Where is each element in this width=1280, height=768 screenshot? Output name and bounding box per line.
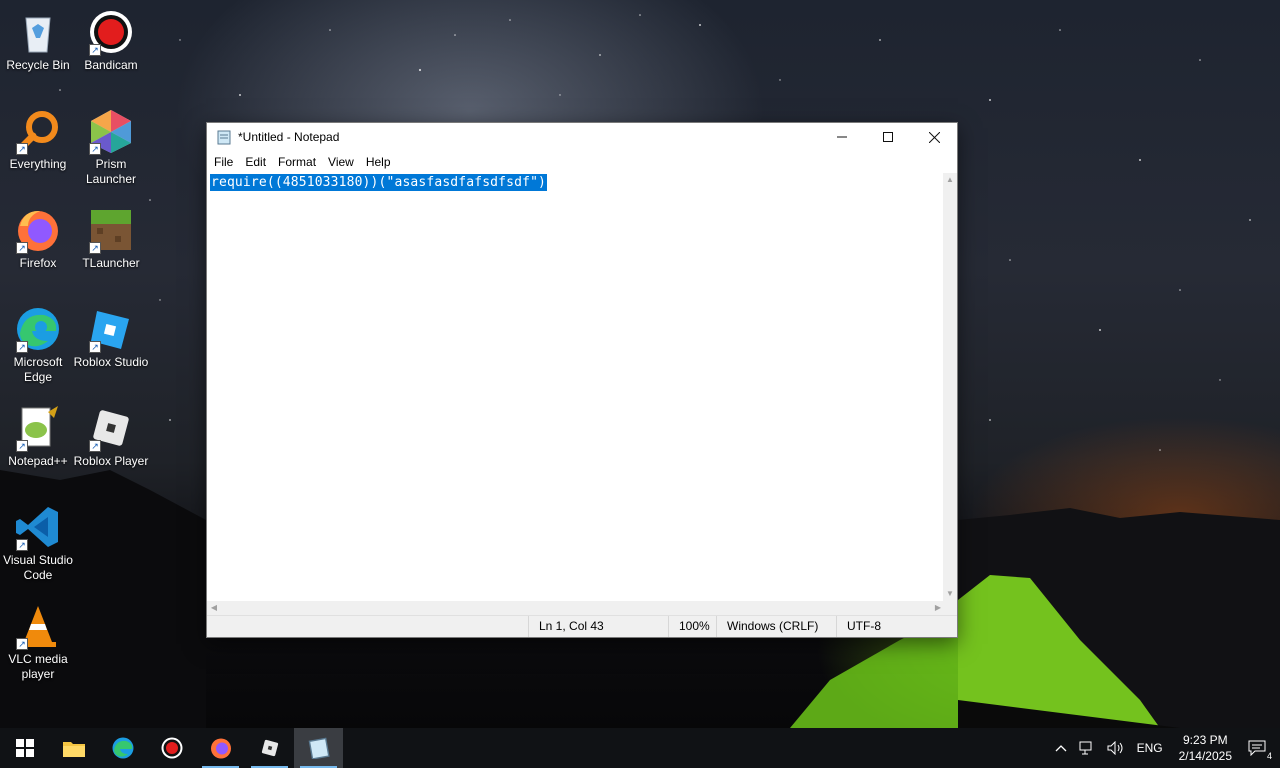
text-editor[interactable]: require((4851033180))("asasfasdfafsdfsdf… bbox=[207, 173, 945, 601]
chevron-up-icon bbox=[1055, 745, 1067, 752]
file-explorer-icon bbox=[62, 742, 85, 757]
taskbar-edge[interactable] bbox=[98, 728, 147, 768]
notepad-icon bbox=[217, 130, 231, 145]
menu-file[interactable]: File bbox=[209, 155, 238, 169]
desktop-icon-firefox[interactable]: ↗ Firefox bbox=[0, 206, 76, 271]
desktop-icon-vlc[interactable]: ↗ VLC media player bbox=[0, 602, 76, 682]
taskbar: ENG 9:23 PM 2/14/2025 4 bbox=[0, 728, 1280, 768]
clock-date: 2/14/2025 bbox=[1178, 749, 1232, 763]
horizontal-scrollbar[interactable]: ◀ ▶ bbox=[207, 601, 945, 615]
taskbar-file-explorer[interactable] bbox=[49, 728, 98, 768]
minimize-button[interactable] bbox=[819, 123, 865, 151]
taskbar-bandicam[interactable] bbox=[147, 728, 196, 768]
window-title: *Untitled - Notepad bbox=[238, 130, 340, 144]
desktop-icon-notepadpp[interactable]: ↗ Notepad++ bbox=[0, 404, 76, 469]
desktop-icon-microsoft-edge[interactable]: ↗ Microsoft Edge bbox=[0, 305, 76, 385]
shortcut-arrow-icon: ↗ bbox=[16, 143, 28, 155]
start-button[interactable] bbox=[0, 728, 49, 768]
desktop-icon-vscode[interactable]: ↗ Visual Studio Code bbox=[0, 503, 76, 583]
shortcut-arrow-icon: ↗ bbox=[89, 341, 101, 353]
zoom-level: 100% bbox=[668, 616, 716, 637]
shortcut-arrow-icon: ↗ bbox=[89, 44, 101, 56]
desktop-icon-everything[interactable]: ↗ Everything bbox=[0, 107, 76, 172]
notification-icon bbox=[1248, 740, 1266, 756]
action-center-button[interactable]: 4 bbox=[1242, 728, 1280, 768]
roblox-icon bbox=[261, 739, 278, 757]
language-indicator[interactable]: ENG bbox=[1131, 728, 1169, 768]
selected-text[interactable]: require((4851033180))("asasfasdfafsdfsdf… bbox=[210, 174, 548, 191]
menu-bar: File Edit Format View Help bbox=[207, 151, 957, 173]
close-icon bbox=[928, 131, 940, 143]
shortcut-arrow-icon: ↗ bbox=[16, 440, 28, 452]
desktop-icon-roblox-player[interactable]: ↗ Roblox Player bbox=[73, 404, 149, 469]
minimize-icon bbox=[837, 136, 847, 138]
shortcut-arrow-icon: ↗ bbox=[16, 242, 28, 254]
menu-format[interactable]: Format bbox=[273, 155, 321, 169]
desktop-icon-roblox-studio[interactable]: ↗ Roblox Studio bbox=[73, 305, 149, 370]
speaker-icon bbox=[1107, 741, 1123, 755]
status-bar: Ln 1, Col 43 100% Windows (CRLF) UTF-8 bbox=[207, 615, 957, 637]
line-endings: Windows (CRLF) bbox=[716, 616, 836, 637]
shortcut-arrow-icon: ↗ bbox=[16, 638, 28, 650]
scroll-down-icon[interactable]: ▼ bbox=[943, 587, 957, 601]
menu-edit[interactable]: Edit bbox=[240, 155, 271, 169]
taskbar-firefox[interactable] bbox=[196, 728, 245, 768]
close-button[interactable] bbox=[911, 123, 957, 151]
notepad-icon bbox=[308, 737, 330, 759]
taskbar-roblox[interactable] bbox=[245, 728, 294, 768]
desktop-icon-bandicam[interactable]: ↗ Bandicam bbox=[73, 8, 149, 73]
shortcut-arrow-icon: ↗ bbox=[16, 341, 28, 353]
desktop-icon-tlauncher[interactable]: ↗ TLauncher bbox=[73, 206, 149, 271]
recycle-bin-icon bbox=[25, 17, 51, 53]
desktop-icon-recycle-bin[interactable]: Recycle Bin bbox=[0, 8, 76, 73]
volume-button[interactable] bbox=[1101, 728, 1131, 768]
encoding: UTF-8 bbox=[836, 616, 946, 637]
show-hidden-icons-button[interactable] bbox=[1049, 728, 1073, 768]
shortcut-arrow-icon: ↗ bbox=[89, 440, 101, 452]
start-icon bbox=[15, 739, 34, 757]
shortcut-arrow-icon: ↗ bbox=[89, 242, 101, 254]
notification-count-badge: 4 bbox=[1264, 751, 1274, 761]
firefox-icon bbox=[210, 738, 231, 759]
scroll-up-icon[interactable]: ▲ bbox=[943, 173, 957, 187]
title-bar[interactable]: *Untitled - Notepad bbox=[207, 123, 957, 151]
bandicam-icon bbox=[161, 737, 182, 759]
notepad-window: *Untitled - Notepad File Edit Format Vie… bbox=[206, 122, 958, 638]
desktop-icon-prism-launcher[interactable]: ↗ Prism Launcher bbox=[73, 107, 149, 187]
system-tray: ENG 9:23 PM 2/14/2025 4 bbox=[1049, 728, 1280, 768]
network-button[interactable] bbox=[1073, 728, 1101, 768]
menu-help[interactable]: Help bbox=[361, 155, 396, 169]
shortcut-arrow-icon: ↗ bbox=[89, 143, 101, 155]
menu-view[interactable]: View bbox=[323, 155, 359, 169]
clock[interactable]: 9:23 PM 2/14/2025 bbox=[1169, 728, 1242, 768]
cursor-position: Ln 1, Col 43 bbox=[528, 616, 668, 637]
maximize-button[interactable] bbox=[865, 123, 911, 151]
taskbar-notepad[interactable] bbox=[294, 728, 343, 768]
edge-icon bbox=[112, 737, 133, 759]
network-icon bbox=[1079, 741, 1092, 755]
scroll-left-icon[interactable]: ◀ bbox=[207, 601, 221, 615]
scroll-corner bbox=[943, 601, 957, 615]
shortcut-arrow-icon: ↗ bbox=[16, 539, 28, 551]
clock-time: 9:23 PM bbox=[1182, 733, 1228, 747]
maximize-icon bbox=[883, 132, 893, 142]
vertical-scrollbar[interactable]: ▲ ▼ bbox=[943, 173, 957, 601]
